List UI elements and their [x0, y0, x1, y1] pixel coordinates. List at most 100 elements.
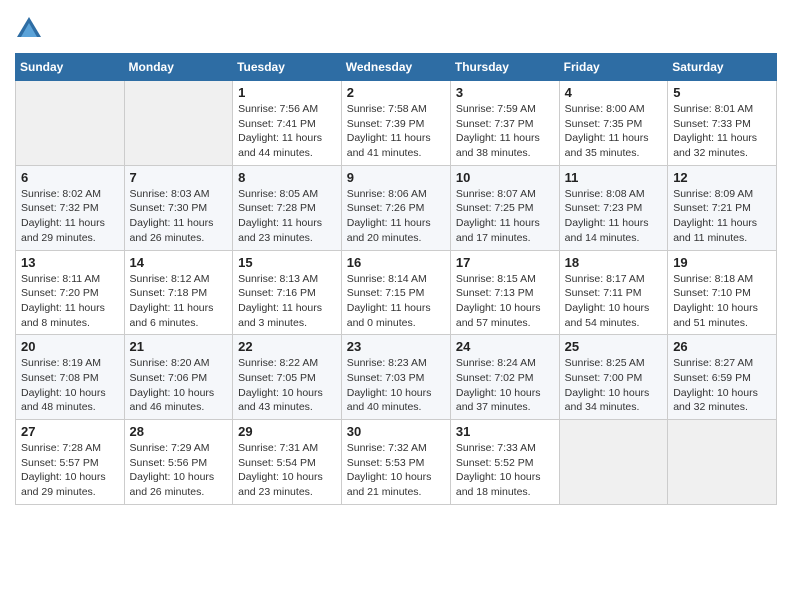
day-number: 8: [238, 170, 336, 185]
day-detail: Sunrise: 7:58 AM Sunset: 7:39 PM Dayligh…: [347, 102, 445, 161]
day-number: 21: [130, 339, 228, 354]
day-detail: Sunrise: 8:12 AM Sunset: 7:18 PM Dayligh…: [130, 272, 228, 331]
day-number: 26: [673, 339, 771, 354]
calendar-cell: 28Sunrise: 7:29 AM Sunset: 5:56 PM Dayli…: [124, 420, 233, 505]
day-number: 27: [21, 424, 119, 439]
day-number: 28: [130, 424, 228, 439]
day-number: 22: [238, 339, 336, 354]
day-detail: Sunrise: 8:06 AM Sunset: 7:26 PM Dayligh…: [347, 187, 445, 246]
calendar-cell: 14 Sunrise: 8:12 AM Sunset: 7:18 PM Dayli…: [124, 250, 233, 335]
calendar-cell: 21 Sunrise: 8:20 AM Sunset: 7:06 PM Dayli…: [124, 335, 233, 420]
day-detail: Sunrise: 8:09 AM Sunset: 7:21 PM Dayligh…: [673, 187, 771, 246]
calendar-cell: [668, 420, 777, 505]
weekday-header-monday: Monday: [124, 54, 233, 81]
calendar-cell: 4Sunrise: 8:00 AM Sunset: 7:35 PM Daylig…: [559, 81, 668, 166]
day-detail: Sunrise: 8:07 AM Sunset: 7:25 PM Dayligh…: [456, 187, 554, 246]
calendar-cell: 26 Sunrise: 8:27 AM Sunset: 6:59 PM Dayli…: [668, 335, 777, 420]
day-detail: Sunrise: 8:18 AM Sunset: 7:10 PM Dayligh…: [673, 272, 771, 331]
day-detail: Sunrise: 8:19 AM Sunset: 7:08 PM Dayligh…: [21, 356, 119, 415]
day-detail: Sunrise: 8:25 AM Sunset: 7:00 PM Dayligh…: [565, 356, 663, 415]
calendar-cell: 2 Sunrise: 7:58 AM Sunset: 7:39 PM Daylig…: [341, 81, 450, 166]
calendar-cell: [559, 420, 668, 505]
calendar-cell: 30 Sunrise: 7:32 AM Sunset: 5:53 PM Dayli…: [341, 420, 450, 505]
day-detail: Sunrise: 7:33 AM Sunset: 5:52 PM Dayligh…: [456, 441, 554, 500]
page-header: [15, 15, 777, 43]
calendar-cell: 15 Sunrise: 8:13 AM Sunset: 7:16 PM Dayli…: [233, 250, 342, 335]
day-detail: Sunrise: 8:20 AM Sunset: 7:06 PM Dayligh…: [130, 356, 228, 415]
day-detail: Sunrise: 8:15 AM Sunset: 7:13 PM Dayligh…: [456, 272, 554, 331]
day-number: 5: [673, 85, 771, 100]
calendar-cell: 24 Sunrise: 8:24 AM Sunset: 7:02 PM Dayli…: [450, 335, 559, 420]
calendar-cell: 29Sunrise: 7:31 AM Sunset: 5:54 PM Dayli…: [233, 420, 342, 505]
day-detail: Sunrise: 8:13 AM Sunset: 7:16 PM Dayligh…: [238, 272, 336, 331]
day-number: 30: [347, 424, 445, 439]
logo: [15, 15, 47, 43]
day-number: 16: [347, 255, 445, 270]
weekday-header-wednesday: Wednesday: [341, 54, 450, 81]
calendar-cell: 16 Sunrise: 8:14 AM Sunset: 7:15 PM Dayli…: [341, 250, 450, 335]
calendar-cell: 22 Sunrise: 8:22 AM Sunset: 7:05 PM Dayli…: [233, 335, 342, 420]
day-detail: Sunrise: 7:32 AM Sunset: 5:53 PM Dayligh…: [347, 441, 445, 500]
day-number: 13: [21, 255, 119, 270]
weekday-header-thursday: Thursday: [450, 54, 559, 81]
day-number: 23: [347, 339, 445, 354]
day-detail: Sunrise: 8:02 AM Sunset: 7:32 PM Dayligh…: [21, 187, 119, 246]
day-detail: Sunrise: 8:11 AM Sunset: 7:20 PM Dayligh…: [21, 272, 119, 331]
calendar-cell: 20 Sunrise: 8:19 AM Sunset: 7:08 PM Dayli…: [16, 335, 125, 420]
day-number: 6: [21, 170, 119, 185]
calendar-cell: 19Sunrise: 8:18 AM Sunset: 7:10 PM Dayli…: [668, 250, 777, 335]
day-number: 11: [565, 170, 663, 185]
day-detail: Sunrise: 8:14 AM Sunset: 7:15 PM Dayligh…: [347, 272, 445, 331]
calendar-cell: 3Sunrise: 7:59 AM Sunset: 7:37 PM Daylig…: [450, 81, 559, 166]
day-number: 31: [456, 424, 554, 439]
weekday-header-friday: Friday: [559, 54, 668, 81]
calendar-week-row: 1 Sunrise: 7:56 AM Sunset: 7:41 PM Daylig…: [16, 81, 777, 166]
weekday-header-row: SundayMondayTuesdayWednesdayThursdayFrid…: [16, 54, 777, 81]
calendar-cell: 1 Sunrise: 7:56 AM Sunset: 7:41 PM Daylig…: [233, 81, 342, 166]
day-detail: Sunrise: 8:03 AM Sunset: 7:30 PM Dayligh…: [130, 187, 228, 246]
calendar-cell: 17 Sunrise: 8:15 AM Sunset: 7:13 PM Dayli…: [450, 250, 559, 335]
day-number: 1: [238, 85, 336, 100]
day-number: 10: [456, 170, 554, 185]
day-detail: Sunrise: 8:23 AM Sunset: 7:03 PM Dayligh…: [347, 356, 445, 415]
calendar-cell: 25 Sunrise: 8:25 AM Sunset: 7:00 PM Dayli…: [559, 335, 668, 420]
calendar-cell: 27 Sunrise: 7:28 AM Sunset: 5:57 PM Dayli…: [16, 420, 125, 505]
day-number: 24: [456, 339, 554, 354]
day-number: 18: [565, 255, 663, 270]
day-number: 29: [238, 424, 336, 439]
calendar-cell: 31 Sunrise: 7:33 AM Sunset: 5:52 PM Dayli…: [450, 420, 559, 505]
day-number: 2: [347, 85, 445, 100]
calendar-cell: 13 Sunrise: 8:11 AM Sunset: 7:20 PM Dayli…: [16, 250, 125, 335]
logo-icon: [15, 15, 43, 43]
calendar-cell: [124, 81, 233, 166]
day-detail: Sunrise: 8:27 AM Sunset: 6:59 PM Dayligh…: [673, 356, 771, 415]
calendar-cell: 11 Sunrise: 8:08 AM Sunset: 7:23 PM Dayli…: [559, 165, 668, 250]
day-number: 17: [456, 255, 554, 270]
day-number: 15: [238, 255, 336, 270]
calendar-cell: 23 Sunrise: 8:23 AM Sunset: 7:03 PM Dayli…: [341, 335, 450, 420]
weekday-header-tuesday: Tuesday: [233, 54, 342, 81]
day-detail: Sunrise: 8:24 AM Sunset: 7:02 PM Dayligh…: [456, 356, 554, 415]
day-detail: Sunrise: 8:08 AM Sunset: 7:23 PM Dayligh…: [565, 187, 663, 246]
day-number: 25: [565, 339, 663, 354]
weekday-header-saturday: Saturday: [668, 54, 777, 81]
calendar-cell: 8 Sunrise: 8:05 AM Sunset: 7:28 PM Daylig…: [233, 165, 342, 250]
day-number: 9: [347, 170, 445, 185]
calendar-table: SundayMondayTuesdayWednesdayThursdayFrid…: [15, 53, 777, 505]
day-number: 7: [130, 170, 228, 185]
calendar-cell: 18 Sunrise: 8:17 AM Sunset: 7:11 PM Dayli…: [559, 250, 668, 335]
calendar-cell: 12Sunrise: 8:09 AM Sunset: 7:21 PM Dayli…: [668, 165, 777, 250]
day-number: 20: [21, 339, 119, 354]
day-detail: Sunrise: 7:28 AM Sunset: 5:57 PM Dayligh…: [21, 441, 119, 500]
day-detail: Sunrise: 8:05 AM Sunset: 7:28 PM Dayligh…: [238, 187, 336, 246]
day-number: 14: [130, 255, 228, 270]
day-detail: Sunrise: 8:00 AM Sunset: 7:35 PM Dayligh…: [565, 102, 663, 161]
calendar-cell: 6 Sunrise: 8:02 AM Sunset: 7:32 PM Daylig…: [16, 165, 125, 250]
calendar-cell: 10 Sunrise: 8:07 AM Sunset: 7:25 PM Dayli…: [450, 165, 559, 250]
day-detail: Sunrise: 7:56 AM Sunset: 7:41 PM Dayligh…: [238, 102, 336, 161]
day-detail: Sunrise: 8:22 AM Sunset: 7:05 PM Dayligh…: [238, 356, 336, 415]
day-detail: Sunrise: 8:17 AM Sunset: 7:11 PM Dayligh…: [565, 272, 663, 331]
day-detail: Sunrise: 7:59 AM Sunset: 7:37 PM Dayligh…: [456, 102, 554, 161]
day-detail: Sunrise: 8:01 AM Sunset: 7:33 PM Dayligh…: [673, 102, 771, 161]
calendar-cell: [16, 81, 125, 166]
